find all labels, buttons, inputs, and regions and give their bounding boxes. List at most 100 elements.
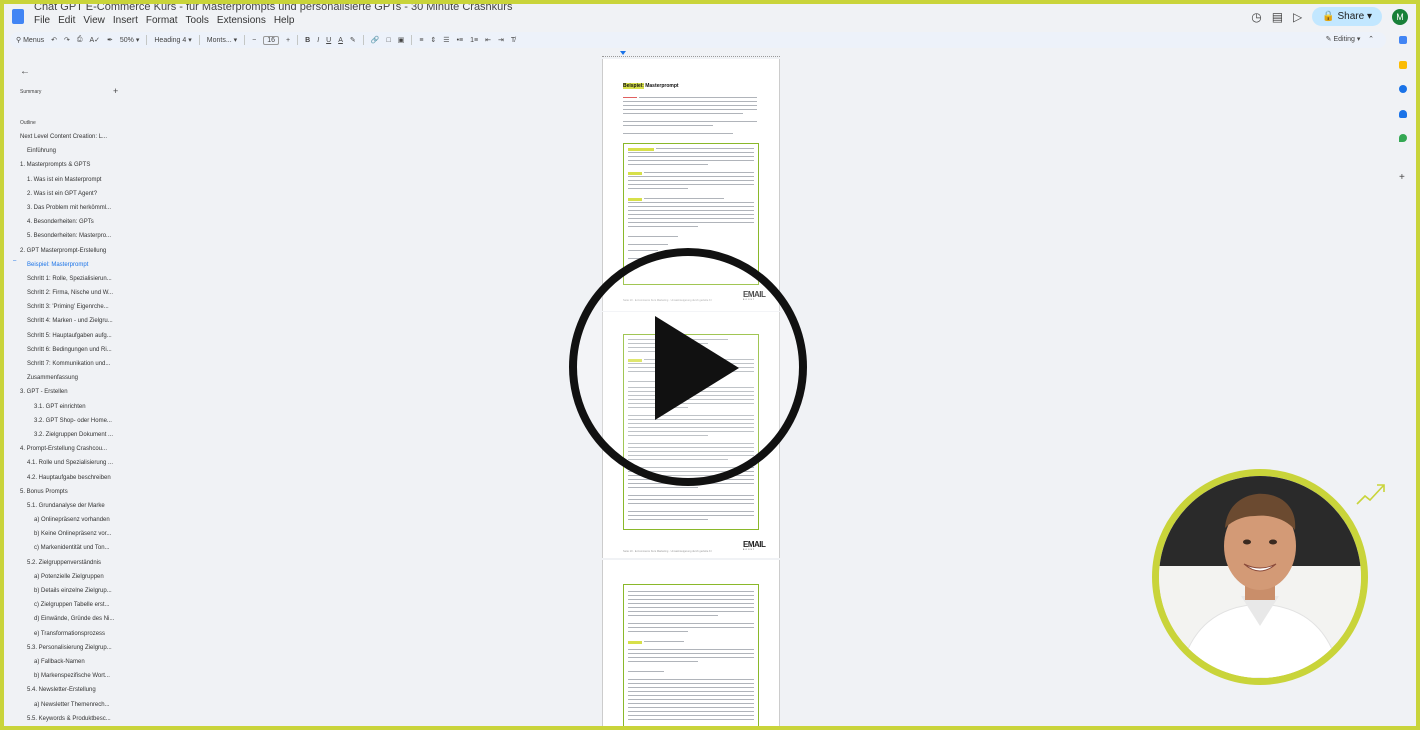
- font-select[interactable]: Monts... ▾: [207, 36, 237, 44]
- outline-item[interactable]: 4.2. Hauptaufgabe beschreiben: [4, 471, 134, 485]
- undo-icon[interactable]: ↶: [51, 36, 57, 44]
- align-icon[interactable]: ≡: [419, 37, 423, 44]
- outline-item[interactable]: a) Onlinepräsenz vorhanden: [4, 513, 134, 527]
- outline-item[interactable]: Schritt 3: 'Priming' Eigenrche...: [4, 300, 134, 314]
- outline-item[interactable]: 5.4. Newsletter-Erstellung: [4, 683, 134, 697]
- checklist-icon[interactable]: ☰: [443, 36, 449, 44]
- keep-icon[interactable]: [1399, 61, 1407, 69]
- outline-item[interactable]: Schritt 7: Kommunikation und...: [4, 357, 134, 371]
- outline-item[interactable]: Schritt 2: Firma, Nische und W...: [4, 286, 134, 300]
- redo-icon[interactable]: ↷: [64, 36, 70, 44]
- menu-tools[interactable]: Tools: [186, 15, 209, 26]
- editing-mode-select[interactable]: ✎ Editing ▾ ⌃: [1326, 32, 1374, 48]
- add-summary-button[interactable]: +: [113, 86, 118, 96]
- outline-item[interactable]: 2. Was ist ein GPT Agent?: [4, 187, 134, 201]
- line-spacing-icon[interactable]: ⇕: [430, 36, 436, 44]
- search-menus[interactable]: ⚲ Menus: [16, 36, 44, 44]
- outline-item[interactable]: Zusammenfassung: [4, 371, 134, 385]
- decrease-indent-icon[interactable]: ⇤: [485, 36, 491, 44]
- indent-marker[interactable]: [620, 51, 626, 55]
- share-button[interactable]: 🔒 Share ▾: [1312, 7, 1382, 26]
- maps-icon[interactable]: [1399, 134, 1407, 142]
- font-size-input[interactable]: 16: [263, 35, 280, 45]
- outline-item[interactable]: 5.1. Grundanalyse der Marke: [4, 499, 134, 513]
- outline-item[interactable]: 3.1. GPT einrichten: [4, 400, 134, 414]
- link-icon[interactable]: 🔗: [371, 36, 380, 44]
- clear-formatting-icon[interactable]: T̸: [511, 37, 515, 44]
- outline-item[interactable]: 1. Masterprompts & GPTS: [4, 158, 134, 172]
- outline-item[interactable]: 3. GPT - Erstellen: [4, 385, 134, 399]
- outline-item[interactable]: 3.2. Zielgruppen Dokument ...: [4, 428, 134, 442]
- comments-icon[interactable]: ▤: [1272, 10, 1283, 24]
- add-addon-icon[interactable]: +: [1399, 173, 1405, 183]
- contacts-icon[interactable]: [1399, 110, 1407, 118]
- increase-indent-icon[interactable]: ⇥: [498, 36, 504, 44]
- calendar-icon[interactable]: [1399, 36, 1407, 44]
- outline-item[interactable]: Einführung: [4, 144, 134, 158]
- back-arrow-icon[interactable]: ←: [20, 66, 30, 77]
- numbered-list-icon[interactable]: 1≡: [470, 37, 478, 44]
- outline-item[interactable]: a) Potenzielle Zielgruppen: [4, 570, 134, 584]
- ruler[interactable]: [602, 51, 780, 57]
- increase-font-size-button[interactable]: +: [286, 37, 290, 44]
- outline-item[interactable]: a) Fallback-Namen: [4, 655, 134, 669]
- menu-file[interactable]: File: [34, 15, 50, 26]
- outline-item[interactable]: Schritt 1: Rolle, Spezialisierun...: [4, 272, 134, 286]
- italic-button[interactable]: I: [317, 37, 319, 44]
- outline-item[interactable]: c) Markenidentität und Ton...: [4, 541, 134, 555]
- outline-item[interactable]: 3.2. GPT Shop- oder Home...: [4, 414, 134, 428]
- outline-item[interactable]: Next Level Content Creation: L...: [4, 130, 134, 144]
- outline-item[interactable]: Schritt 6: Bedingungen und Ri...: [4, 343, 134, 357]
- decrease-font-size-button[interactable]: −: [252, 37, 256, 44]
- outline-item[interactable]: c) Zielgruppen Tabelle erst...: [4, 598, 134, 612]
- outline-item[interactable]: Beispiel: Masterprompt: [4, 258, 134, 272]
- docs-logo-icon[interactable]: [12, 9, 24, 24]
- outline-item[interactable]: 4. Prompt-Erstellung Crashcou...: [4, 442, 134, 456]
- title-bar: Chat GPT E-Commerce Kurs - für Masterpro…: [4, 4, 1416, 30]
- outline-item[interactable]: d) Einwände, Gründe des Ni...: [4, 612, 134, 626]
- paint-format-icon[interactable]: ✒: [107, 36, 113, 44]
- menu-edit[interactable]: Edit: [58, 15, 75, 26]
- zoom-select[interactable]: 50% ▾: [120, 36, 139, 44]
- menu-view[interactable]: View: [83, 15, 105, 26]
- outline-item[interactable]: 5. Besonderheiten: Masterpro...: [4, 229, 134, 243]
- outline-item[interactable]: 5.2. Zielgruppenverständnis: [4, 556, 134, 570]
- outline-item[interactable]: a) Newsletter Themenrech...: [4, 698, 134, 712]
- print-icon[interactable]: ⎙: [77, 36, 83, 44]
- outline-item[interactable]: 5.3. Personalisierung Zielgrup...: [4, 641, 134, 655]
- outline-item[interactable]: 4.1. Rolle und Spezialisierung ...: [4, 456, 134, 470]
- document-title[interactable]: Chat GPT E-Commerce Kurs - für Masterpro…: [34, 4, 512, 13]
- highlight-icon[interactable]: ✎: [350, 36, 356, 44]
- play-button[interactable]: [569, 248, 807, 486]
- outline-item[interactable]: e) Transformationsprozess: [4, 627, 134, 641]
- menu-help[interactable]: Help: [274, 15, 295, 26]
- outline-item[interactable]: b) Keine Onlinepräsenz vor...: [4, 527, 134, 541]
- menu-format[interactable]: Format: [146, 15, 178, 26]
- text-line: [628, 487, 698, 489]
- outline-item[interactable]: b) Markenspezifische Wort...: [4, 669, 134, 683]
- outline-item[interactable]: Schritt 4: Marken - und Zielgru...: [4, 314, 134, 328]
- menu-extensions[interactable]: Extensions: [217, 15, 266, 26]
- outline-item[interactable]: 3. Das Problem mit herkömml...: [4, 201, 134, 215]
- outline-item[interactable]: 4. Besonderheiten: GPTs: [4, 215, 134, 229]
- menu-insert[interactable]: Insert: [113, 15, 138, 26]
- text-color-button[interactable]: A: [338, 37, 343, 44]
- image-icon[interactable]: ▣: [398, 36, 405, 44]
- comment-icon[interactable]: □: [386, 37, 390, 44]
- bulleted-list-icon[interactable]: •≡: [457, 37, 464, 44]
- outline-item[interactable]: b) Details einzelne Zielgrup...: [4, 584, 134, 598]
- spellcheck-icon[interactable]: A✓: [89, 36, 100, 44]
- outline-item[interactable]: 2. GPT Masterprompt-Erstellung: [4, 244, 134, 258]
- meet-icon[interactable]: ▷: [1293, 10, 1302, 24]
- document-page[interactable]: [602, 560, 780, 726]
- outline-item[interactable]: 1. Was ist ein Masterprompt: [4, 173, 134, 187]
- avatar[interactable]: M: [1392, 8, 1408, 25]
- bold-button[interactable]: B: [305, 37, 310, 44]
- outline-item[interactable]: 5. Bonus Prompts: [4, 485, 134, 499]
- history-icon[interactable]: ◷: [1251, 10, 1261, 24]
- outline-item[interactable]: 5.5. Keywords & Produktbesc...: [4, 712, 134, 726]
- tasks-icon[interactable]: [1399, 85, 1407, 93]
- underline-button[interactable]: U: [326, 37, 331, 44]
- style-select[interactable]: Heading 4 ▾: [154, 36, 191, 44]
- outline-item[interactable]: Schritt 5: Hauptaufgaben aufg...: [4, 329, 134, 343]
